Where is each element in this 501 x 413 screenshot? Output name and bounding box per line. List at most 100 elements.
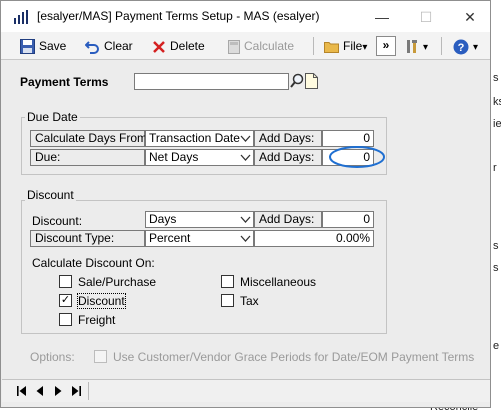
due-dropdown[interactable]: Net Days bbox=[145, 149, 254, 166]
checkmark-icon: ✓ bbox=[60, 294, 71, 306]
toolbar-separator bbox=[313, 37, 314, 55]
calc-days-from-dropdown[interactable]: Transaction Date bbox=[145, 130, 254, 147]
sale-purchase-checkbox[interactable] bbox=[59, 275, 72, 288]
due-value: Net Days bbox=[149, 150, 199, 164]
calculator-icon bbox=[228, 39, 240, 54]
calc-days-from-value: Transaction Date bbox=[149, 131, 240, 145]
close-icon: ✕ bbox=[464, 9, 476, 25]
chevron-down-icon: ▾ bbox=[362, 42, 368, 53]
discount-group-title: Discount bbox=[25, 188, 76, 202]
chevron-down-icon: ▾ bbox=[423, 42, 429, 53]
save-icon bbox=[20, 39, 35, 55]
freight-checkbox[interactable] bbox=[59, 313, 72, 326]
options-label: Options: bbox=[30, 350, 75, 364]
record-navigation-bar bbox=[2, 379, 490, 402]
toolbar-separator bbox=[441, 37, 442, 55]
chevron-down-icon bbox=[240, 216, 251, 223]
toolbar: Save Clear Delete Calculate File▾ » ▾ ? … bbox=[1, 32, 490, 60]
add-days-label: Add Days: bbox=[254, 211, 322, 228]
background-text: s bbox=[493, 72, 499, 84]
help-button[interactable]: ? ▾ bbox=[453, 36, 478, 56]
minimize-button[interactable]: — bbox=[362, 5, 402, 29]
clear-label: Clear bbox=[104, 39, 133, 53]
due-date-group-title: Due Date bbox=[25, 110, 80, 124]
chevron-down-icon: ▾ bbox=[473, 42, 479, 53]
sale-purchase-label: Sale/Purchase bbox=[78, 275, 157, 289]
calc-days-from-label: Calculate Days From: bbox=[30, 130, 150, 147]
add-days-label: Add Days: bbox=[254, 149, 322, 166]
delete-x-icon bbox=[153, 40, 165, 53]
miscellaneous-label: Miscellaneous bbox=[240, 275, 317, 289]
file-label: File bbox=[343, 39, 363, 53]
tax-label: Tax bbox=[240, 294, 259, 308]
tax-checkbox[interactable] bbox=[221, 294, 234, 307]
grace-periods-checkbox[interactable] bbox=[94, 350, 107, 363]
discount-add-days-input[interactable]: 0 bbox=[322, 211, 374, 228]
more-chevrons-icon: » bbox=[382, 38, 390, 52]
status-separator bbox=[88, 382, 89, 400]
maximize-icon: ☐ bbox=[419, 9, 433, 25]
next-record-button[interactable] bbox=[52, 385, 64, 397]
chevron-down-icon bbox=[240, 154, 251, 161]
first-record-button[interactable] bbox=[16, 385, 28, 397]
lookup-button[interactable] bbox=[290, 73, 304, 90]
delete-label: Delete bbox=[170, 39, 205, 53]
save-label: Save bbox=[39, 39, 67, 53]
background-text: ie bbox=[493, 118, 501, 130]
previous-record-button[interactable] bbox=[34, 385, 46, 397]
discount-type-value: Percent bbox=[149, 231, 191, 245]
svg-text:?: ? bbox=[458, 42, 465, 54]
file-menu-button[interactable]: File▾ bbox=[324, 36, 367, 56]
note-icon bbox=[305, 73, 318, 89]
background-text: e bbox=[493, 340, 500, 352]
tools-button[interactable]: ▾ bbox=[405, 36, 428, 56]
next-record-icon bbox=[55, 386, 62, 396]
minimize-icon: — bbox=[375, 9, 389, 25]
freight-label: Freight bbox=[78, 313, 116, 327]
previous-record-icon bbox=[36, 386, 43, 396]
payment-terms-window: [esalyer/MAS] Payment Terms Setup - MAS … bbox=[0, 0, 491, 408]
discount-label: Discount: bbox=[32, 214, 83, 228]
add-days-label: Add Days: bbox=[254, 130, 322, 147]
discount-value: Days bbox=[149, 212, 177, 226]
calculate-label: Calculate bbox=[244, 39, 295, 53]
save-button[interactable]: Save bbox=[20, 36, 66, 56]
background-text: r bbox=[493, 162, 497, 174]
app-chart-icon bbox=[14, 10, 28, 24]
more-button[interactable]: » bbox=[376, 36, 396, 56]
chevron-down-icon bbox=[240, 135, 251, 142]
discount-dropdown[interactable]: Days bbox=[145, 211, 254, 228]
undo-arrow-icon bbox=[85, 41, 99, 55]
delete-button[interactable]: Delete bbox=[152, 36, 205, 56]
title-bar: [esalyer/MAS] Payment Terms Setup - MAS … bbox=[1, 1, 490, 32]
maximize-button[interactable]: ☐ bbox=[406, 5, 446, 29]
grace-periods-label: Use Customer/Vendor Grace Periods for Da… bbox=[113, 350, 475, 364]
annotation-circle bbox=[329, 146, 385, 168]
background-text: ks bbox=[493, 96, 501, 108]
help-icon: ? bbox=[453, 39, 469, 55]
payment-terms-input[interactable] bbox=[134, 73, 289, 90]
discount-type-label: Discount Type: bbox=[30, 230, 145, 247]
calculate-button[interactable]: Calculate bbox=[228, 36, 294, 56]
discount-option-label: Discount bbox=[77, 293, 126, 309]
background-text: s bbox=[493, 240, 499, 252]
window-title: [esalyer/MAS] Payment Terms Setup - MAS … bbox=[37, 9, 320, 23]
magnifier-icon bbox=[290, 73, 304, 88]
discount-amount-input[interactable]: 0.00% bbox=[254, 230, 374, 247]
miscellaneous-checkbox[interactable] bbox=[221, 275, 234, 288]
tools-icon bbox=[407, 40, 417, 54]
last-record-button[interactable] bbox=[70, 385, 82, 397]
due-label: Due: bbox=[30, 149, 145, 166]
close-button[interactable]: ✕ bbox=[450, 5, 490, 29]
last-record-icon bbox=[72, 386, 81, 396]
folder-icon bbox=[324, 42, 339, 54]
chevron-down-icon bbox=[240, 235, 251, 242]
discount-checkbox[interactable]: ✓ bbox=[59, 294, 72, 307]
calc-discount-on-label: Calculate Discount On: bbox=[32, 256, 155, 270]
first-record-icon bbox=[17, 386, 26, 396]
discount-type-dropdown[interactable]: Percent bbox=[145, 230, 254, 247]
payment-terms-label: Payment Terms bbox=[20, 75, 109, 89]
clear-button[interactable]: Clear bbox=[85, 36, 133, 56]
note-button[interactable] bbox=[305, 73, 319, 90]
background-text: s bbox=[493, 262, 499, 274]
